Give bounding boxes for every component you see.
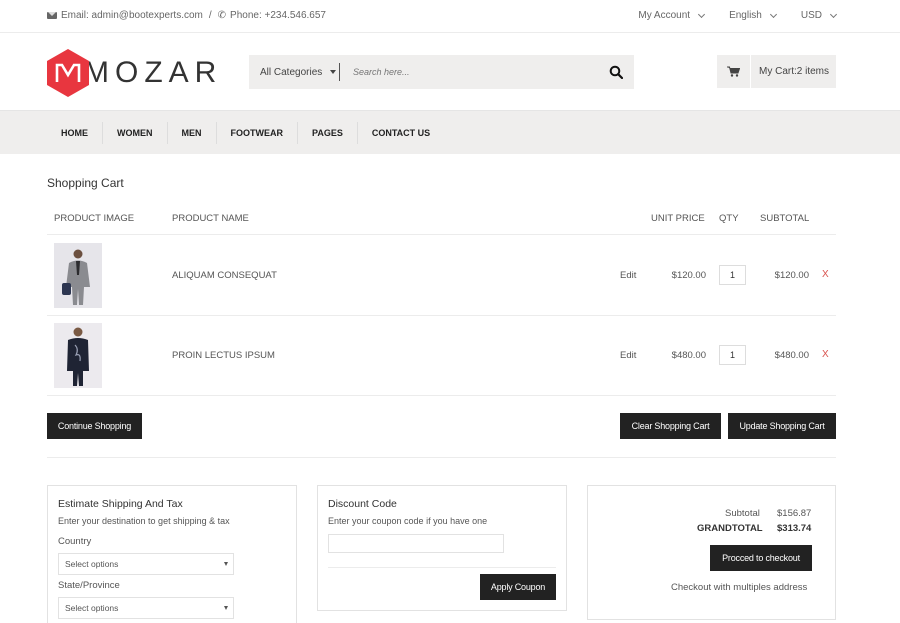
remove-item-button[interactable]: X: [822, 349, 829, 360]
cart-icon: [717, 55, 751, 88]
checkout-multiple-address-link[interactable]: Checkout with multiples address: [671, 582, 807, 593]
category-select-label: All Categories: [260, 66, 323, 78]
edit-link[interactable]: Edit: [620, 350, 636, 361]
column-header-subtotal: SUBTOTAL: [760, 213, 810, 224]
country-select-value: Select options: [65, 559, 119, 569]
chevron-down-icon: [698, 10, 706, 18]
contact-phone: Phone: +234.546.657: [230, 10, 326, 21]
unit-price: $120.00: [671, 270, 706, 281]
update-cart-button[interactable]: Update Shopping Cart: [728, 413, 836, 439]
column-header-name: PRODUCT NAME: [172, 213, 249, 224]
caret-down-icon: [330, 70, 337, 74]
contact-email: Email: admin@bootexperts.com: [61, 10, 203, 21]
state-label: State/Province: [58, 580, 120, 591]
contact-separator: /: [208, 10, 212, 21]
country-select[interactable]: Select options: [58, 553, 234, 575]
subtotal-label: Subtotal: [725, 508, 760, 519]
chevron-down-icon: [769, 10, 777, 18]
country-label: Country: [58, 536, 92, 547]
subtotal-value: $156.87: [777, 508, 812, 519]
product-name[interactable]: ALIQUAM CONSEQUAT: [172, 270, 277, 281]
nav-item-pages[interactable]: PAGES: [298, 122, 358, 144]
my-account-label: My Account: [638, 10, 691, 21]
search-input[interactable]: [353, 67, 593, 77]
top-right-menu: My Account English USD: [638, 10, 838, 21]
contact-info: Email: admin@bootexperts.com / ✆ Phone: …: [47, 10, 326, 21]
discount-divider: [328, 567, 556, 568]
column-header-image: PRODUCT IMAGE: [54, 213, 135, 224]
chevron-down-icon: [829, 10, 838, 18]
language-dropdown[interactable]: English: [729, 10, 777, 21]
cart-totals-panel: Subtotal $156.87 GRANDTOTAL $313.74 Proc…: [587, 485, 836, 620]
cart-label: My Cart:2 items: [759, 66, 830, 77]
search-icon[interactable]: [609, 65, 623, 79]
discount-title: Discount Code: [328, 498, 397, 510]
phone-icon: ✆: [217, 10, 227, 21]
nav-item-men[interactable]: MEN: [168, 122, 217, 144]
discount-description: Enter your coupon code if you have one: [328, 516, 488, 526]
nav-item-home[interactable]: HOME: [47, 122, 103, 144]
search-bar: All Categories: [249, 55, 634, 89]
caret-down-icon: [224, 606, 228, 610]
logo-hexagon-icon: [46, 48, 90, 98]
page-title: Shopping Cart: [47, 176, 124, 190]
column-header-unit-price: UNIT PRICE: [651, 213, 705, 224]
unit-price: $480.00: [671, 350, 706, 361]
cart-table-header: PRODUCT IMAGE PRODUCT NAME UNIT PRICE QT…: [47, 207, 836, 235]
discount-code-panel: Discount Code Enter your coupon code if …: [317, 485, 567, 611]
table-row: PROIN LECTUS IPSUM Edit $480.00 1 $480.0…: [47, 316, 836, 396]
state-select-value: Select options: [65, 603, 119, 613]
brand-name: MOZAR: [84, 56, 223, 89]
apply-coupon-button[interactable]: Apply Coupon: [480, 574, 556, 600]
product-name[interactable]: PROIN LECTUS IPSUM: [172, 350, 275, 361]
edit-link[interactable]: Edit: [620, 270, 636, 281]
site-logo[interactable]: MOZAR: [46, 48, 222, 98]
nav-item-footwear[interactable]: FOOTWEAR: [217, 122, 298, 144]
envelope-icon: [47, 12, 57, 19]
state-select[interactable]: Select options: [58, 597, 234, 619]
main-nav: HOME WOMEN MEN FOOTWEAR PAGES CONTACT US: [0, 110, 900, 154]
grandtotal-value: $313.74: [777, 523, 812, 534]
shipping-title: Estimate Shipping And Tax: [58, 498, 183, 510]
category-select[interactable]: All Categories: [249, 63, 340, 81]
column-header-qty: QTY: [719, 213, 739, 224]
caret-down-icon: [224, 562, 228, 566]
nav-item-contact-us[interactable]: CONTACT US: [358, 122, 444, 144]
language-label: English: [729, 10, 762, 21]
quantity-input[interactable]: 1: [719, 345, 746, 365]
product-image[interactable]: [54, 243, 102, 308]
table-row: ALIQUAM CONSEQUAT Edit $120.00 1 $120.00…: [47, 236, 836, 316]
nav-item-women[interactable]: WOMEN: [103, 122, 168, 144]
mini-cart[interactable]: My Cart:2 items: [717, 55, 836, 88]
row-subtotal: $120.00: [774, 270, 809, 281]
remove-item-button[interactable]: X: [822, 269, 829, 280]
shipping-description: Enter your destination to get shipping &…: [58, 516, 230, 526]
product-image[interactable]: [54, 323, 102, 388]
clear-cart-button[interactable]: Clear Shopping Cart: [620, 413, 721, 439]
my-account-dropdown[interactable]: My Account: [638, 10, 706, 21]
proceed-to-checkout-button[interactable]: Procced to checkout: [710, 545, 812, 571]
continue-shopping-button[interactable]: Continue Shopping: [47, 413, 142, 439]
section-divider: [47, 457, 836, 458]
currency-dropdown[interactable]: USD: [800, 10, 838, 21]
coupon-input[interactable]: [328, 534, 504, 553]
row-subtotal: $480.00: [774, 350, 809, 361]
currency-label: USD: [800, 10, 822, 21]
shipping-estimate-panel: Estimate Shipping And Tax Enter your des…: [47, 485, 297, 623]
top-bar: Email: admin@bootexperts.com / ✆ Phone: …: [0, 0, 900, 33]
grandtotal-label: GRANDTOTAL: [697, 523, 763, 534]
quantity-input[interactable]: 1: [719, 265, 746, 285]
